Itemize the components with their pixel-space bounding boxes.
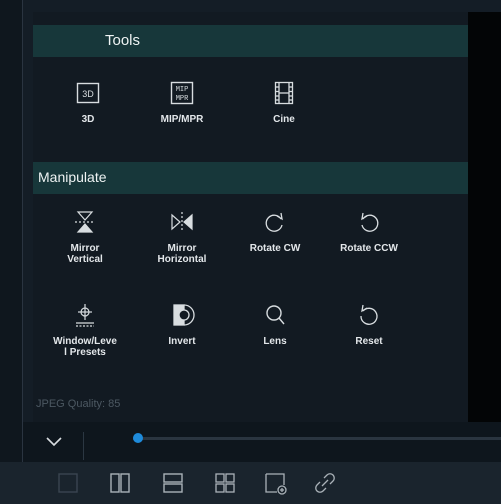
window-level-icon	[71, 302, 99, 328]
tools-header-label: Tools	[105, 32, 141, 49]
tool-cine-label: Cine	[273, 114, 295, 125]
window-level-label-2: l Presets	[64, 347, 106, 358]
scrubber-handle[interactable]	[133, 433, 143, 443]
chevron-down-icon[interactable]	[43, 430, 65, 452]
two-column-icon[interactable]	[107, 470, 133, 496]
mirror-horizontal-label: Mirror Horizontal	[140, 243, 224, 265]
add-pane-icon[interactable]	[262, 470, 288, 496]
mirror-vertical-label-1: Mirror	[70, 243, 100, 254]
mirror-horizontal-button[interactable]: Mirror Horizontal	[140, 209, 224, 265]
3d-icon: 3D	[74, 80, 102, 106]
reset-button[interactable]: Reset	[327, 302, 411, 358]
image-viewport[interactable]	[468, 12, 501, 422]
layout-toolbar	[0, 462, 501, 504]
jpeg-quality-text: JPEG Quality: 85	[36, 398, 121, 410]
window-level-label-1: Window/Leve	[53, 336, 117, 347]
manipulate-section-header: Manipulate	[33, 162, 468, 194]
invert-icon	[168, 302, 196, 328]
tools-panel: Tools 3D 3D MIP MPR MIP/MPR Cine Manipul…	[33, 12, 468, 422]
rotate-ccw-button[interactable]: Rotate CCW	[327, 209, 411, 265]
tool-3d-button[interactable]: 3D 3D	[46, 80, 130, 136]
invert-button[interactable]: Invert	[140, 302, 224, 358]
link-icon[interactable]	[312, 470, 338, 496]
rotate-ccw-label: Rotate CCW	[340, 243, 398, 254]
mip-mpr-icon: MIP MPR	[168, 80, 196, 106]
left-rail	[0, 0, 22, 462]
mirror-vertical-label: Mirror Vertical	[43, 243, 127, 265]
two-row-icon[interactable]	[160, 470, 186, 496]
tools-section-header: Tools	[33, 25, 468, 57]
single-pane-icon[interactable]	[55, 470, 81, 496]
mip-badge-bottom: MPR	[176, 95, 189, 103]
rotate-cw-button[interactable]: Rotate CW	[233, 209, 317, 265]
tool-cine-button[interactable]: Cine	[242, 80, 326, 136]
rotate-cw-label: Rotate CW	[249, 243, 301, 254]
reset-icon	[355, 302, 383, 328]
invert-label: Invert	[168, 336, 196, 347]
rail-divider	[22, 0, 23, 462]
lens-button[interactable]: Lens	[233, 302, 317, 358]
tool-mip-mpr-label: MIP/MPR	[160, 114, 204, 125]
lens-icon	[261, 302, 289, 328]
reset-label: Reset	[355, 336, 383, 347]
lens-label: Lens	[263, 336, 287, 347]
mirror-horizontal-label-2: Horizontal	[157, 254, 207, 265]
mirror-horizontal-icon	[168, 209, 196, 235]
scrubber-divider	[83, 432, 84, 460]
mirror-horizontal-label-1: Mirror	[167, 243, 197, 254]
manipulate-header-label: Manipulate	[38, 169, 107, 185]
mirror-vertical-label-2: Vertical	[67, 254, 103, 265]
window-level-label: Window/Leve l Presets	[43, 336, 127, 358]
film-icon	[270, 80, 298, 106]
rotate-cw-icon	[261, 209, 289, 235]
mirror-vertical-icon	[71, 209, 99, 235]
scrubber-track[interactable]	[133, 437, 501, 440]
tool-mip-mpr-button[interactable]: MIP MPR MIP/MPR	[140, 80, 224, 136]
tool-3d-label: 3D	[81, 114, 95, 125]
3d-icon-badge: 3D	[82, 89, 94, 99]
rotate-ccw-icon	[355, 209, 383, 235]
scrubber-bar	[23, 422, 501, 462]
window-level-presets-button[interactable]: Window/Leve l Presets	[43, 302, 127, 358]
mip-badge-top: MIP	[176, 86, 189, 94]
mirror-vertical-button[interactable]: Mirror Vertical	[43, 209, 127, 265]
grid-2x2-icon[interactable]	[212, 470, 238, 496]
